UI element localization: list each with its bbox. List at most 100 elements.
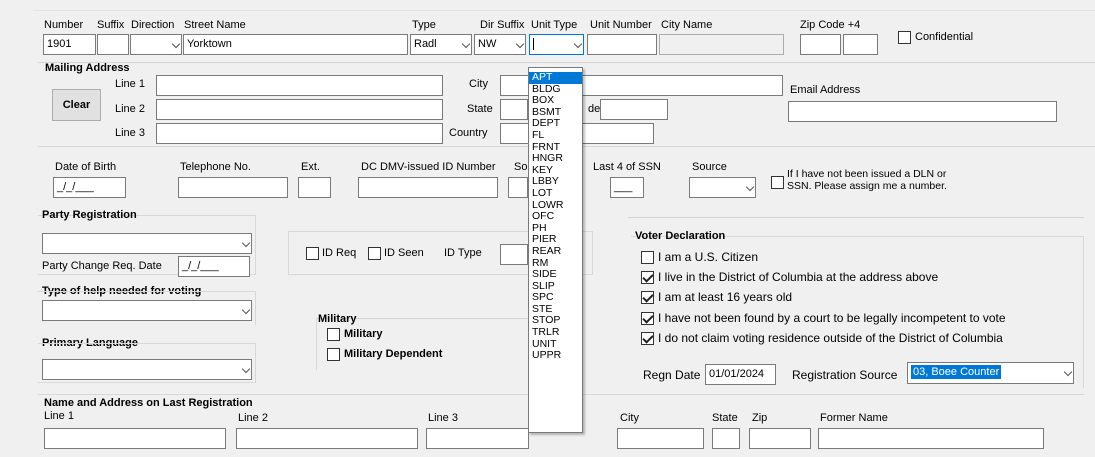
last-reg-title: Name and Address on Last Registration xyxy=(44,397,253,409)
help-needed-select[interactable] xyxy=(42,300,252,321)
mailing-zip-input[interactable] xyxy=(600,99,668,120)
mailing-city-label: City xyxy=(469,78,488,90)
id-seen-checkbox[interactable] xyxy=(368,247,381,260)
id-type-label: ID Type xyxy=(444,247,482,259)
last-reg-former-name-label: Former Name xyxy=(820,412,888,424)
unit-type-dropdown-list[interactable]: APT BLDG BOX BSMT DEPT FL FRNT HNGR KEY LBBY LOT LO… xyxy=(528,67,583,433)
ext-label: Ext. xyxy=(301,161,320,173)
chevron-down-icon xyxy=(1063,367,1073,377)
registration-source-select[interactable]: 03, Boee Counter xyxy=(907,362,1074,384)
mailing-line1-input[interactable] xyxy=(156,75,443,96)
last-reg-line3-input[interactable] xyxy=(426,428,529,449)
chevron-down-icon xyxy=(241,305,251,315)
mailing-line3-label: Line 3 xyxy=(115,127,145,139)
unit-type-option[interactable]: TRLR xyxy=(529,326,582,339)
type-label: Type xyxy=(412,19,436,31)
no-dln-label: If I have not been issued a DLN or SSN. … xyxy=(787,168,947,192)
last-reg-line1-label: Line 1 xyxy=(44,410,74,422)
mailing-country-label: Country xyxy=(449,127,488,139)
unit-type-option[interactable]: SIDE xyxy=(529,268,582,281)
suffix-label: Suffix xyxy=(97,19,125,31)
so-label: So xyxy=(514,161,528,173)
unit-type-select[interactable] xyxy=(529,34,584,55)
voter-declaration-checkbox[interactable] xyxy=(641,271,654,284)
last-reg-line1-input[interactable] xyxy=(44,428,226,449)
mailing-line1-label: Line 1 xyxy=(115,78,145,90)
id-type-select[interactable] xyxy=(500,244,528,265)
military-dependent-checkbox[interactable] xyxy=(327,348,340,361)
unit-type-label: Unit Type xyxy=(531,19,578,31)
voter-declaration-checkbox[interactable] xyxy=(641,291,654,304)
voter-declaration-label: I am at least 16 years old xyxy=(658,290,793,304)
unit-number-label: Unit Number xyxy=(590,19,652,31)
party-change-label: Party Change Req. Date xyxy=(42,260,162,272)
top-divider xyxy=(33,10,1095,11)
mailing-state-input[interactable] xyxy=(500,99,528,120)
street-name-input[interactable]: Yorktown xyxy=(183,34,408,55)
type-select[interactable]: Radl xyxy=(410,34,472,55)
last-reg-zip-input[interactable] xyxy=(749,428,811,449)
number-label: Number xyxy=(44,19,84,31)
unit-type-option[interactable]: OFC xyxy=(529,211,582,223)
email-input[interactable] xyxy=(788,101,1057,122)
telephone-label: Telephone No. xyxy=(180,161,251,173)
last-reg-state-label: State xyxy=(712,412,738,424)
direction-select[interactable] xyxy=(130,34,182,55)
voter-declaration-checkbox[interactable] xyxy=(641,332,654,345)
number-input[interactable]: 1901 xyxy=(43,34,96,55)
unit-number-input[interactable] xyxy=(587,34,657,55)
email-label: Email Address xyxy=(790,84,861,96)
military-checkbox[interactable] xyxy=(327,328,340,341)
dir-suffix-select[interactable]: NW xyxy=(474,34,526,55)
id-seen-label: ID Seen xyxy=(384,247,424,259)
source-label: Source xyxy=(692,161,727,173)
last-reg-state-input[interactable] xyxy=(712,428,740,449)
last-reg-former-name-input[interactable] xyxy=(818,428,1044,449)
clear-button[interactable]: Clear xyxy=(52,89,101,121)
ssn-label: Last 4 of SSN xyxy=(593,161,661,173)
zip-label: Zip Code +4 xyxy=(800,19,861,31)
ext-input[interactable] xyxy=(298,177,331,198)
confidential-checkbox[interactable] xyxy=(898,31,911,44)
dir-suffix-label: Dir Suffix xyxy=(480,19,525,31)
suffix-input[interactable] xyxy=(97,34,129,55)
unit-type-option[interactable]: UPPR xyxy=(529,350,582,362)
city-name-label: City Name xyxy=(661,19,713,31)
chevron-down-icon xyxy=(515,39,525,49)
id-req-checkbox[interactable] xyxy=(306,247,319,260)
chevron-down-icon xyxy=(573,39,583,49)
ssn-input[interactable]: ___ xyxy=(610,177,644,198)
voter-declaration-checkbox[interactable] xyxy=(641,312,654,325)
unit-type-option[interactable]: HNGR xyxy=(529,153,582,165)
unit-type-option[interactable]: FL xyxy=(529,129,582,142)
voter-declaration-label: I do not claim voting residence outside … xyxy=(658,331,1003,345)
source-select[interactable] xyxy=(689,177,756,198)
last-reg-line2-label: Line 2 xyxy=(238,412,268,424)
last-reg-zip-label: Zip xyxy=(752,412,768,424)
no-dln-checkbox[interactable] xyxy=(771,176,784,189)
dob-input[interactable]: _/_/___ xyxy=(53,177,126,198)
unit-type-option[interactable]: APT xyxy=(529,71,582,84)
zip4-input[interactable] xyxy=(843,34,878,55)
primary-language-select[interactable] xyxy=(42,359,252,380)
party-change-date-input[interactable]: _/_/___ xyxy=(178,256,250,277)
regn-date-input[interactable]: 01/01/2024 xyxy=(705,364,776,385)
last-reg-line2-input[interactable] xyxy=(236,428,418,449)
chevron-down-icon xyxy=(745,182,755,192)
voter-declaration-checkbox[interactable] xyxy=(641,251,654,264)
unit-type-option[interactable]: LOT xyxy=(529,187,582,200)
last-reg-city-input[interactable] xyxy=(617,428,704,449)
voter-declaration-label: I have not been found by a court to be l… xyxy=(658,311,1006,325)
mailing-line3-input[interactable] xyxy=(156,123,443,144)
voter-declaration-label: I am a U.S. Citizen xyxy=(658,250,759,264)
mailing-line2-label: Line 2 xyxy=(115,103,145,115)
unit-type-option[interactable]: REAR xyxy=(529,245,582,258)
zip-input[interactable] xyxy=(800,34,841,55)
military-title: Military xyxy=(318,313,357,325)
telephone-input[interactable] xyxy=(178,177,288,198)
so-input[interactable] xyxy=(508,177,528,198)
id-req-label: ID Req xyxy=(322,247,357,259)
mailing-line2-input[interactable] xyxy=(156,99,443,120)
party-select[interactable] xyxy=(42,233,252,254)
dmv-id-input[interactable] xyxy=(358,177,498,198)
